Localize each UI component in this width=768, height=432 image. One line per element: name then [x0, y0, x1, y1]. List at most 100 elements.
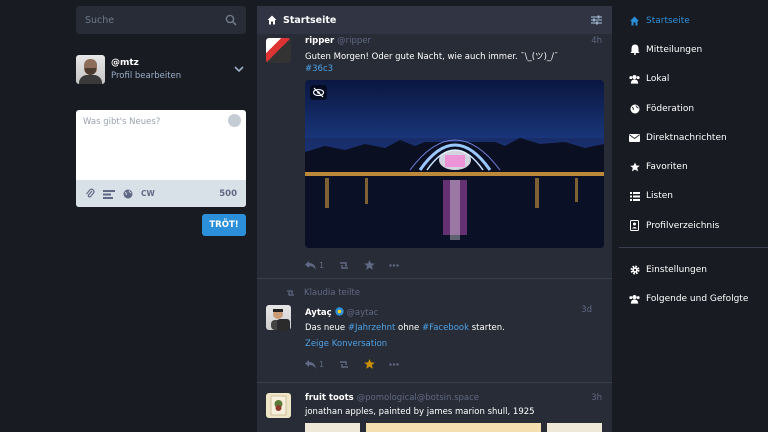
status-time[interactable]: 3d — [581, 305, 592, 315]
bell-icon — [629, 44, 640, 56]
verified-icon — [334, 307, 344, 316]
nav-label: Lokal — [646, 74, 670, 85]
status-content: Guten Morgen! Oder gute Nacht, wie auch … — [305, 50, 602, 74]
status-actions: 1 — [305, 355, 602, 373]
compose-toolbar: CW 500 — [76, 180, 246, 207]
nav-label: Mitteilungen — [646, 44, 703, 55]
reblogger-avatar[interactable] — [277, 319, 290, 332]
reply-button[interactable]: 1 — [305, 359, 325, 369]
account-handle[interactable]: @ripper — [337, 36, 371, 46]
character-counter: 500 — [219, 188, 237, 199]
boost-icon — [287, 290, 294, 296]
status-time[interactable]: 3h — [591, 393, 602, 403]
nav-item-preferences[interactable]: Einstellungen — [619, 255, 768, 284]
media-attachment[interactable] — [305, 423, 602, 432]
nav-item-home[interactable]: Startseite — [619, 6, 768, 35]
content-warning-button[interactable]: CW — [141, 189, 155, 198]
status-content: Das neue #Jahrzehnt ohne #Facebook start… — [305, 323, 602, 333]
avatar[interactable] — [76, 54, 105, 84]
nav-item-favourites[interactable]: Favoriten — [619, 152, 768, 181]
ellipsis-icon[interactable] — [389, 362, 399, 366]
home-timeline-column: Startseite 4h ripper @ripper Guten Morge… — [257, 6, 612, 432]
nav-label: Föderation — [646, 103, 695, 114]
poll-icon[interactable] — [103, 189, 115, 199]
navigation-panel: Startseite Mitteilungen Lokal Föderation… — [619, 6, 768, 314]
star-icon[interactable] — [364, 359, 375, 369]
left-column: Suche @mtz Profil bearbeiten Was gibt's … — [76, 6, 246, 236]
home-icon — [267, 15, 277, 25]
reply-button[interactable]: 1 — [305, 260, 325, 270]
status-text: Guten Morgen! Oder gute Nacht, wie auch … — [305, 52, 559, 62]
compose-profile: @mtz Profil bearbeiten — [76, 52, 246, 86]
nav-item-directory[interactable]: Profilverzeichnis — [619, 211, 768, 240]
hashtag-link[interactable]: #Jahrzehnt — [348, 323, 396, 333]
nav-label: Profilverzeichnis — [646, 220, 720, 231]
nav-label: Direktnachrichten — [646, 132, 727, 143]
star-icon — [629, 162, 640, 173]
nav-item-local[interactable]: Lokal — [619, 65, 768, 94]
paperclip-icon[interactable] — [85, 188, 95, 199]
account-handle[interactable]: @pomological@botsin.space — [357, 393, 479, 403]
reply-icon — [305, 359, 316, 369]
users-icon — [629, 294, 640, 305]
boost-icon[interactable] — [338, 360, 350, 369]
envelope-icon — [629, 132, 640, 143]
nav-label: Favoriten — [646, 162, 688, 173]
nav-item-lists[interactable]: Listen — [619, 182, 768, 211]
status-actions: 1 — [305, 256, 602, 274]
boost-icon[interactable] — [338, 261, 350, 270]
sliders-icon[interactable] — [591, 15, 602, 25]
nav-label: Einstellungen — [646, 265, 708, 276]
search-input[interactable]: Suche — [85, 15, 225, 26]
reply-count: 1 — [319, 260, 325, 270]
hashtag-link[interactable]: #36c3 — [305, 64, 602, 74]
status-time[interactable]: 4h — [591, 36, 602, 46]
festival-photo — [305, 138, 604, 248]
hide-media-icon[interactable] — [310, 85, 327, 100]
edit-profile-link[interactable]: Profil bearbeiten — [111, 71, 234, 81]
reblog-indicator: Klaudia teilte — [257, 279, 602, 307]
display-name[interactable]: ripper — [305, 36, 334, 46]
reply-count: 1 — [319, 359, 325, 369]
status-text: jonathan apples, painted by james marion… — [305, 407, 535, 417]
media-attachment[interactable] — [305, 80, 604, 248]
profile-handle: @mtz — [111, 57, 139, 68]
compose-form: Was gibt's Neues? CW 500 — [76, 110, 246, 207]
status-text: starten. — [469, 323, 505, 333]
emoji-picker-icon[interactable] — [228, 114, 241, 127]
hashtag-link[interactable]: #Facebook — [422, 323, 469, 333]
nav-label: Startseite — [646, 15, 690, 26]
reblogged-by[interactable]: Klaudia teilte — [304, 288, 360, 298]
nav-item-notifications[interactable]: Mitteilungen — [619, 35, 768, 64]
users-icon — [629, 74, 640, 85]
address-book-icon — [629, 220, 640, 232]
avatar[interactable] — [266, 393, 291, 418]
divider — [619, 247, 768, 249]
globe-icon[interactable] — [123, 189, 133, 199]
status-item[interactable]: 3h fruit toots @pomological@botsin.space… — [257, 383, 612, 432]
display-name[interactable]: Aytaç — [305, 308, 332, 318]
compose-textarea[interactable]: Was gibt's Neues? — [83, 117, 160, 127]
toot-button[interactable]: TRÖT! — [202, 214, 246, 236]
status-text: ohne — [395, 323, 422, 333]
nav-item-direct[interactable]: Direktnachrichten — [619, 123, 768, 152]
status-item[interactable]: Klaudia teilte 3d Aytaç @aytac Das neue … — [257, 279, 612, 383]
ellipsis-icon[interactable] — [389, 263, 399, 267]
search-box[interactable]: Suche — [76, 6, 246, 34]
show-thread-link[interactable]: Zeige Konversation — [305, 339, 602, 349]
column-header[interactable]: Startseite — [257, 6, 612, 34]
nav-item-follows[interactable]: Folgende und Gefolgte — [619, 285, 768, 314]
gear-icon — [629, 265, 640, 276]
nav-label: Listen — [646, 191, 673, 202]
column-title: Startseite — [283, 14, 337, 26]
display-name[interactable]: fruit toots — [305, 393, 354, 403]
chevron-down-icon[interactable] — [234, 64, 244, 74]
search-icon[interactable] — [225, 14, 237, 26]
nav-item-federated[interactable]: Föderation — [619, 94, 768, 123]
status-item[interactable]: 4h ripper @ripper Guten Morgen! Oder gut… — [257, 34, 612, 279]
account-handle[interactable]: @aytac — [346, 308, 378, 318]
star-icon[interactable] — [364, 260, 375, 270]
avatar[interactable] — [266, 38, 291, 63]
reply-icon — [305, 260, 316, 270]
status-text: Das neue — [305, 323, 348, 333]
